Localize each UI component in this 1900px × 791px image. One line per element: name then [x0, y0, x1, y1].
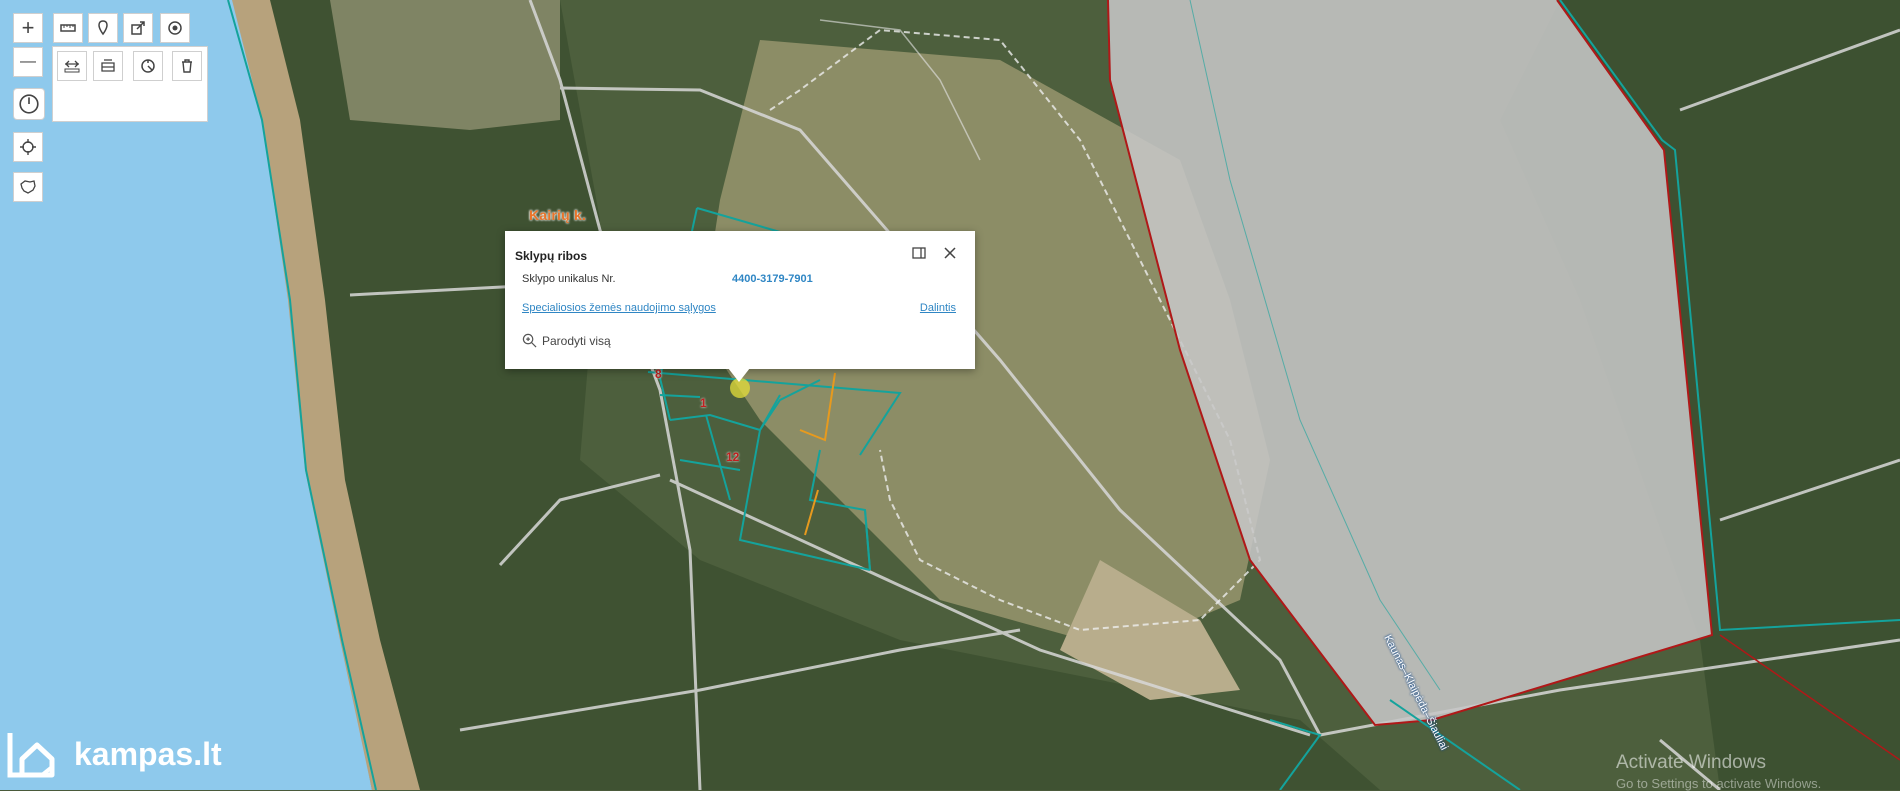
trash-icon [182, 59, 192, 73]
clearing-north [330, 0, 560, 130]
activation-watermark-title: Activate Windows [1616, 752, 1766, 773]
parcel-number: 8 [655, 367, 662, 381]
parcel-info-popup: Sklypų ribos Sklypo unikalus Nr. 4400-31… [505, 231, 975, 369]
ruler-icon [60, 24, 76, 32]
house-logo-icon [7, 733, 55, 778]
zoom-in-icon: + [21, 15, 35, 40]
measure-settings-icon [141, 59, 155, 73]
measure-settings-button[interactable] [133, 51, 163, 81]
delete-button[interactable] [172, 51, 202, 81]
parcel-number: 12 [726, 450, 740, 464]
parcel-number: 1 [700, 396, 707, 410]
lithuania-outline-icon [20, 180, 36, 194]
share-link[interactable]: Dalintis [920, 302, 956, 314]
measure-distance-icon [64, 60, 80, 73]
zoom-in-button[interactable]: + [13, 13, 43, 43]
target-button[interactable] [160, 13, 190, 43]
kampas-logo[interactable]: kampas.lt [6, 727, 222, 781]
parcel-id-value[interactable]: 4400-3179-7901 [732, 273, 813, 285]
maximize-icon[interactable] [911, 245, 927, 261]
popup-pointer [728, 368, 750, 382]
clock-icon [19, 94, 39, 114]
crosshair-icon [20, 139, 36, 155]
country-view-button[interactable] [13, 172, 43, 202]
parcel-id-label: Sklypo unikalus Nr. [522, 273, 616, 285]
measure-distance-button[interactable] [57, 51, 87, 81]
share-icon [131, 21, 145, 35]
zoom-in-icon [522, 333, 537, 348]
history-button[interactable] [13, 88, 45, 120]
popup-title: Sklypų ribos [515, 249, 588, 263]
measure-area-button[interactable] [93, 51, 123, 81]
measure-area-icon [101, 59, 115, 72]
village-label: Kairių k. [529, 207, 587, 223]
locate-button[interactable] [13, 132, 43, 162]
target-icon [168, 21, 182, 35]
show-all-button[interactable]: Parodyti visą [522, 333, 611, 348]
marker-icon [98, 20, 108, 36]
share-button[interactable] [123, 13, 153, 43]
land-use-conditions-link[interactable]: Specialiosios žemės naudojimo sąlygos [522, 302, 716, 314]
activation-watermark-subtitle: Go to Settings to activate Windows. [1616, 776, 1822, 791]
marker-button[interactable] [88, 13, 118, 43]
close-icon[interactable] [942, 245, 958, 261]
map-canvas[interactable] [0, 0, 1900, 790]
show-all-label: Parodyti visą [542, 333, 611, 348]
ruler-button[interactable] [53, 13, 83, 43]
zoom-out-icon: — [20, 53, 36, 70]
logo-text: kampas.lt [74, 735, 222, 772]
zoom-out-button[interactable]: — [13, 47, 43, 77]
